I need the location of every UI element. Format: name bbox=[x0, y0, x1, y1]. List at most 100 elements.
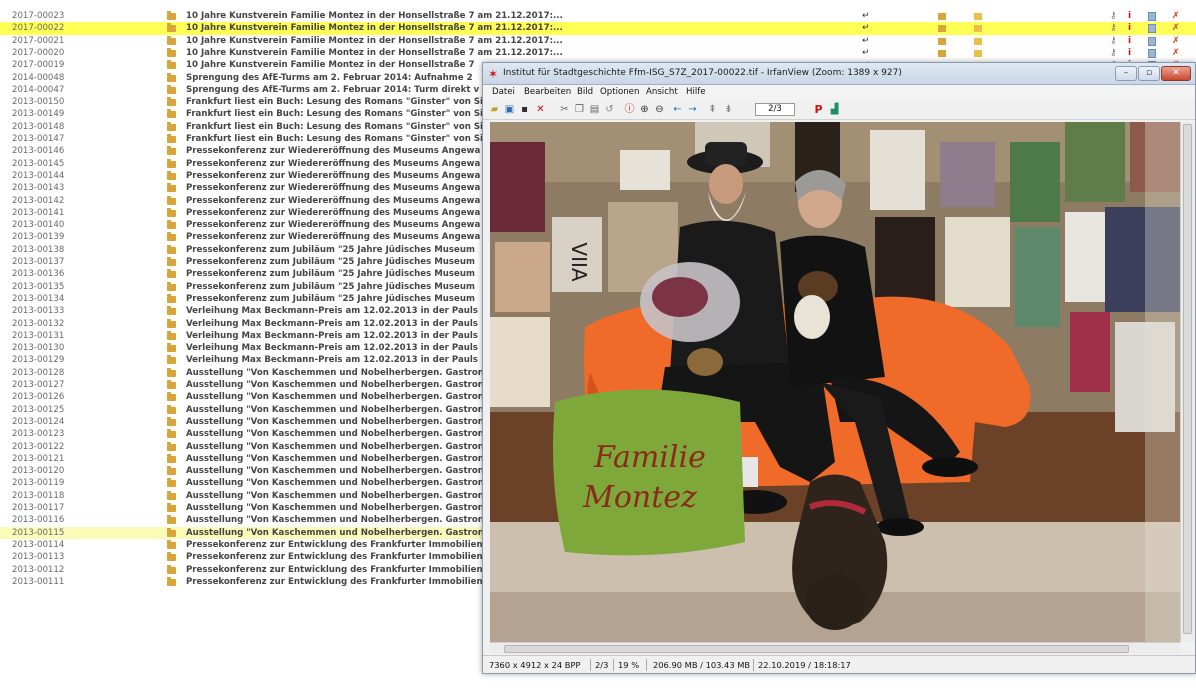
menu-bearbeiten[interactable]: Bearbeiten bbox=[524, 85, 571, 100]
folder-icon bbox=[167, 220, 176, 230]
key-icon[interactable]: ⚷ bbox=[1110, 22, 1117, 34]
menu-bar: Datei Bearbeiten Bild Optionen Ansicht H… bbox=[483, 85, 1195, 100]
irfanview-window[interactable]: ✶ Institut für Stadtgeschichte Ffm-ISG_S… bbox=[482, 62, 1196, 674]
key-icon[interactable]: ⚷ bbox=[1110, 10, 1117, 22]
copy-icon[interactable]: ❐ bbox=[574, 104, 585, 115]
folder-icon bbox=[167, 293, 176, 303]
folder-icon[interactable] bbox=[938, 37, 946, 45]
record-id: 2013-00137 bbox=[12, 257, 65, 267]
document-icon[interactable] bbox=[1148, 24, 1156, 34]
undo-icon[interactable]: ↺ bbox=[604, 104, 615, 115]
minimize-button[interactable]: – bbox=[1115, 66, 1137, 81]
zoom-in-icon[interactable]: ⊕ bbox=[639, 104, 650, 115]
next-icon[interactable]: → bbox=[687, 104, 698, 115]
last-page-icon[interactable]: ⇟ bbox=[723, 104, 734, 115]
menu-hilfe[interactable]: Hilfe bbox=[686, 85, 706, 100]
folder-open-icon[interactable] bbox=[974, 37, 982, 45]
zoom-out-icon[interactable]: ⊖ bbox=[654, 104, 665, 115]
folder-icon bbox=[167, 109, 176, 119]
record-id: 2013-00142 bbox=[12, 195, 65, 206]
tool-icon[interactable]: ✗ bbox=[1172, 10, 1180, 22]
folder-open-icon[interactable] bbox=[974, 13, 982, 20]
link-arrow-icon[interactable]: ↵ bbox=[862, 10, 870, 22]
record-title: Verleihung Max Beckmann-Preis am 12.02.2… bbox=[186, 355, 478, 366]
record-title: Ausstellung "Von Kaschemmen und Nobelher… bbox=[186, 478, 484, 489]
image-canvas[interactable]: VIIA Familie Montez bbox=[490, 122, 1180, 642]
print-icon[interactable]: P bbox=[813, 104, 824, 115]
link-arrow-icon[interactable]: ↵ bbox=[862, 47, 870, 59]
folder-icon[interactable] bbox=[938, 49, 946, 57]
close-button[interactable]: ✕ bbox=[1161, 66, 1191, 81]
document-icon[interactable] bbox=[1148, 36, 1156, 46]
pillow-text-line2: Montez bbox=[582, 480, 697, 515]
info-icon[interactable]: ⓘ bbox=[624, 104, 635, 115]
folder-icon bbox=[167, 72, 176, 82]
table-row[interactable]: 2017-00023 10 Jahre Kunstverein Familie M… bbox=[0, 10, 1196, 22]
save-icon[interactable]: ▪ bbox=[519, 104, 530, 115]
previous-icon[interactable]: ← bbox=[672, 104, 683, 115]
record-id: 2013-00121 bbox=[12, 453, 65, 464]
record-title: Verleihung Max Beckmann-Preis am 12.02.2… bbox=[186, 343, 478, 354]
record-title: Ausstellung "Von Kaschemmen und Nobelher… bbox=[186, 466, 484, 477]
table-row[interactable]: 2017-00022 10 Jahre Kunstverein Familie M… bbox=[0, 22, 1196, 35]
record-id: 2013-00117 bbox=[12, 503, 65, 513]
link-arrow-icon[interactable]: ↵ bbox=[862, 35, 870, 47]
folder-icon bbox=[167, 23, 176, 33]
delete-icon[interactable]: ✕ bbox=[535, 104, 546, 115]
record-id: 2013-00138 bbox=[12, 244, 65, 255]
slideshow-icon[interactable]: ▣ bbox=[504, 104, 515, 115]
status-separator bbox=[753, 659, 754, 671]
first-page-icon[interactable]: ⇞ bbox=[707, 104, 718, 115]
record-title: 10 Jahre Kunstverein Familie Montez in d… bbox=[186, 60, 475, 71]
menu-optionen[interactable]: Optionen bbox=[600, 85, 639, 100]
tool-icon[interactable]: ✗ bbox=[1172, 35, 1180, 47]
record-id: 2017-00020 bbox=[12, 47, 65, 58]
paint-icon[interactable]: ▟ bbox=[829, 104, 840, 115]
menu-datei[interactable]: Datei bbox=[492, 85, 515, 100]
record-title: Ausstellung "Von Kaschemmen und Nobelher… bbox=[186, 453, 484, 464]
folder-icon bbox=[167, 527, 176, 537]
artwork-left-portrait bbox=[495, 242, 550, 312]
link-arrow-icon[interactable]: ↵ bbox=[862, 22, 870, 34]
key-icon[interactable]: ⚷ bbox=[1110, 35, 1117, 47]
menu-bild[interactable]: Bild bbox=[577, 85, 593, 100]
vertical-scrollbar[interactable] bbox=[1180, 122, 1194, 642]
folder-icon bbox=[167, 158, 176, 168]
info-icon[interactable]: i bbox=[1128, 10, 1131, 22]
menu-ansicht[interactable]: Ansicht bbox=[646, 85, 678, 100]
record-id: 2013-00115 bbox=[12, 527, 65, 538]
folder-icon bbox=[167, 429, 176, 439]
maximize-button[interactable]: ▫ bbox=[1138, 66, 1160, 81]
page-indicator[interactable]: 2/3 bbox=[755, 103, 795, 116]
folder-icon bbox=[167, 404, 176, 414]
table-row[interactable]: 2017-00020 10 Jahre Kunstverein Familie M… bbox=[0, 47, 1196, 59]
folder-icon bbox=[167, 134, 176, 143]
table-row[interactable]: 2017-00021 10 Jahre Kunstverein Familie M… bbox=[0, 35, 1196, 47]
document-icon[interactable] bbox=[1148, 48, 1156, 58]
open-icon[interactable]: ▰ bbox=[489, 104, 500, 115]
paste-icon[interactable]: ▤ bbox=[589, 104, 600, 115]
folder-icon bbox=[167, 97, 176, 107]
info-icon[interactable]: i bbox=[1128, 22, 1131, 34]
horizontal-scroll-thumb[interactable] bbox=[504, 645, 1129, 653]
artwork-tree bbox=[1010, 142, 1060, 222]
record-title: 10 Jahre Kunstverein Familie Montez in d… bbox=[186, 47, 563, 58]
horizontal-scrollbar[interactable] bbox=[490, 642, 1180, 654]
title-bar[interactable]: ✶ Institut für Stadtgeschichte Ffm-ISG_S… bbox=[483, 63, 1195, 85]
info-icon[interactable]: i bbox=[1128, 47, 1131, 59]
record-id: 2013-00141 bbox=[12, 207, 65, 218]
folder-open-icon[interactable] bbox=[974, 49, 982, 57]
folder-icon[interactable] bbox=[938, 25, 946, 33]
document-icon[interactable] bbox=[1148, 12, 1156, 21]
info-icon[interactable]: i bbox=[1128, 35, 1131, 47]
record-id: 2013-00116 bbox=[12, 515, 65, 526]
record-title: Pressekonferenz zur Wiedereröffnung des … bbox=[186, 220, 481, 231]
tool-icon[interactable]: ✗ bbox=[1172, 47, 1180, 59]
folder-icon[interactable] bbox=[938, 13, 946, 20]
status-bar: 7360 x 4912 x 24 BPP 2/3 19 % 206.90 MB … bbox=[483, 655, 1195, 673]
cut-icon[interactable]: ✂ bbox=[559, 104, 570, 115]
vertical-scroll-thumb[interactable] bbox=[1183, 124, 1192, 634]
folder-open-icon[interactable] bbox=[974, 25, 982, 33]
tool-icon[interactable]: ✗ bbox=[1172, 22, 1180, 34]
key-icon[interactable]: ⚷ bbox=[1110, 47, 1117, 59]
